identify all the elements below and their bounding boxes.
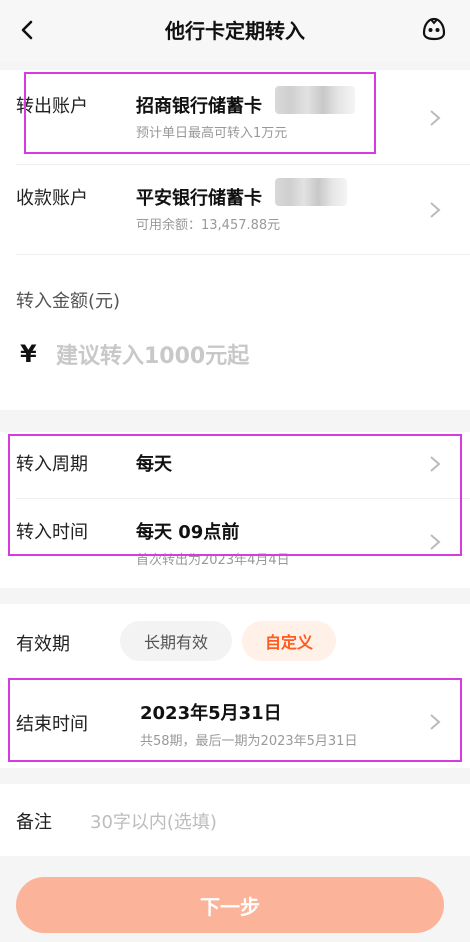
schedule-card: 转入周期 每天 转入时间 每天 09点前 首次转出为2023年4月4日	[0, 432, 470, 588]
period-value: 每天	[136, 454, 172, 475]
chevron-right-icon	[430, 714, 441, 730]
page-title: 他行卡定期转入	[165, 19, 305, 43]
amount-label: 转入金额(元)	[16, 291, 121, 312]
option-long-term[interactable]: 长期有效	[120, 621, 232, 661]
divider	[16, 498, 470, 499]
currency-symbol: ¥	[20, 340, 37, 368]
from-account-bank: 招商银行储蓄卡	[136, 96, 262, 117]
remark-card: 备注 30字以内(选填)	[0, 784, 470, 856]
masked-card-number	[275, 178, 347, 206]
customer-service-icon[interactable]	[420, 15, 448, 43]
time-value: 每天 09点前	[136, 522, 240, 543]
time-hint: 首次转出为2023年4月4日	[136, 553, 290, 568]
time-label: 转入时间	[16, 522, 88, 543]
validity-card: 有效期 长期有效 自定义 结束时间 2023年5月31日 共58期，最后一期为2…	[0, 604, 470, 768]
from-account-label: 转出账户	[16, 96, 88, 117]
chevron-right-icon	[430, 456, 441, 472]
remark-input[interactable]: 30字以内(选填)	[90, 808, 217, 834]
chevron-right-icon	[430, 534, 441, 550]
masked-card-number	[275, 86, 355, 114]
chevron-right-icon	[430, 110, 441, 126]
to-account-label: 收款账户	[16, 188, 88, 209]
option-custom[interactable]: 自定义	[242, 621, 336, 661]
end-time-label: 结束时间	[16, 714, 88, 735]
to-account-balance: 可用余额：13,457.88元	[136, 218, 281, 233]
period-label: 转入周期	[16, 454, 88, 475]
divider	[16, 164, 470, 165]
end-time-value: 2023年5月31日	[140, 703, 282, 724]
end-time-hint: 共58期，最后一期为2023年5月31日	[140, 734, 358, 749]
amount-input[interactable]: 建议转入1000元起	[56, 338, 249, 370]
nav-bar: 他行卡定期转入	[0, 0, 470, 62]
chevron-right-icon	[430, 202, 441, 218]
validity-label: 有效期	[16, 634, 70, 655]
divider	[16, 254, 470, 255]
remark-label: 备注	[16, 812, 52, 833]
from-account-hint: 预计单日最高可转入1万元	[136, 126, 288, 141]
next-step-button[interactable]: 下一步	[16, 877, 444, 933]
to-account-bank: 平安银行储蓄卡	[136, 188, 262, 209]
